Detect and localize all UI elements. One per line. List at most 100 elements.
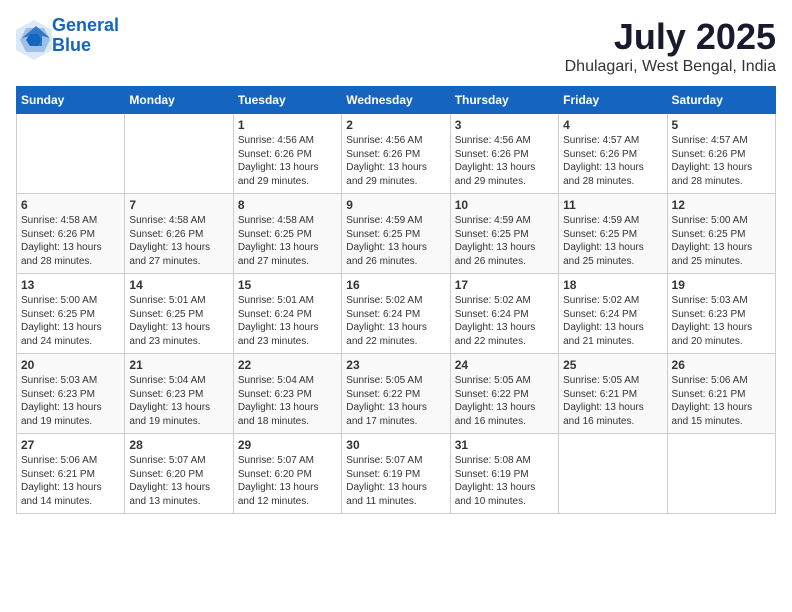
calendar-body: 1 Sunrise: 4:56 AM Sunset: 6:26 PM Dayli…: [17, 114, 776, 514]
logo-icon: [16, 20, 48, 52]
day-number: 13: [21, 278, 120, 292]
day-info: Sunrise: 5:07 AM Sunset: 6:20 PM Dayligh…: [238, 454, 337, 508]
daylight: Daylight: 13 hours and 29 minutes.: [455, 162, 536, 187]
day-info: Sunrise: 5:02 AM Sunset: 6:24 PM Dayligh…: [563, 294, 662, 348]
day-number: 30: [346, 438, 445, 452]
calendar-day-cell: 16 Sunrise: 5:02 AM Sunset: 6:24 PM Dayl…: [342, 274, 450, 354]
calendar-day-cell: 19 Sunrise: 5:03 AM Sunset: 6:23 PM Dayl…: [667, 274, 775, 354]
calendar-day-cell: 5 Sunrise: 4:57 AM Sunset: 6:26 PM Dayli…: [667, 114, 775, 194]
sunrise: Sunrise: 5:06 AM: [672, 375, 748, 386]
calendar-day-cell: 1 Sunrise: 4:56 AM Sunset: 6:26 PM Dayli…: [233, 114, 341, 194]
weekday-header-cell: Thursday: [450, 87, 558, 114]
sunrise: Sunrise: 4:56 AM: [455, 135, 531, 146]
day-number: 27: [21, 438, 120, 452]
day-number: 7: [129, 198, 228, 212]
sunset: Sunset: 6:26 PM: [129, 229, 203, 240]
daylight: Daylight: 13 hours and 28 minutes.: [21, 242, 102, 267]
day-number: 20: [21, 358, 120, 372]
day-info: Sunrise: 4:58 AM Sunset: 6:25 PM Dayligh…: [238, 214, 337, 268]
day-number: 5: [672, 118, 771, 132]
sunset: Sunset: 6:26 PM: [21, 229, 95, 240]
sunrise: Sunrise: 5:08 AM: [455, 455, 531, 466]
sunrise: Sunrise: 4:56 AM: [238, 135, 314, 146]
day-info: Sunrise: 5:01 AM Sunset: 6:25 PM Dayligh…: [129, 294, 228, 348]
sunrise: Sunrise: 5:00 AM: [672, 215, 748, 226]
day-number: 4: [563, 118, 662, 132]
sunset: Sunset: 6:25 PM: [238, 229, 312, 240]
calendar-week-row: 27 Sunrise: 5:06 AM Sunset: 6:21 PM Dayl…: [17, 434, 776, 514]
day-number: 22: [238, 358, 337, 372]
sunset: Sunset: 6:25 PM: [346, 229, 420, 240]
sunset: Sunset: 6:26 PM: [672, 149, 746, 160]
calendar-day-cell: 28 Sunrise: 5:07 AM Sunset: 6:20 PM Dayl…: [125, 434, 233, 514]
day-info: Sunrise: 5:05 AM Sunset: 6:22 PM Dayligh…: [455, 374, 554, 428]
calendar-week-row: 13 Sunrise: 5:00 AM Sunset: 6:25 PM Dayl…: [17, 274, 776, 354]
day-number: 15: [238, 278, 337, 292]
day-info: Sunrise: 4:57 AM Sunset: 6:26 PM Dayligh…: [563, 134, 662, 188]
calendar-day-cell: [125, 114, 233, 194]
sunset: Sunset: 6:19 PM: [455, 469, 529, 480]
sunrise: Sunrise: 4:59 AM: [563, 215, 639, 226]
calendar-day-cell: 10 Sunrise: 4:59 AM Sunset: 6:25 PM Dayl…: [450, 194, 558, 274]
calendar-day-cell: 24 Sunrise: 5:05 AM Sunset: 6:22 PM Dayl…: [450, 354, 558, 434]
sunrise: Sunrise: 5:07 AM: [238, 455, 314, 466]
sunset: Sunset: 6:26 PM: [238, 149, 312, 160]
logo-line1: General: [52, 15, 119, 35]
daylight: Daylight: 13 hours and 29 minutes.: [346, 162, 427, 187]
weekday-header-row: SundayMondayTuesdayWednesdayThursdayFrid…: [17, 87, 776, 114]
day-info: Sunrise: 5:07 AM Sunset: 6:19 PM Dayligh…: [346, 454, 445, 508]
day-info: Sunrise: 5:08 AM Sunset: 6:19 PM Dayligh…: [455, 454, 554, 508]
day-info: Sunrise: 4:59 AM Sunset: 6:25 PM Dayligh…: [346, 214, 445, 268]
sunrise: Sunrise: 4:57 AM: [672, 135, 748, 146]
sunset: Sunset: 6:22 PM: [455, 389, 529, 400]
sunset: Sunset: 6:25 PM: [455, 229, 529, 240]
day-info: Sunrise: 5:02 AM Sunset: 6:24 PM Dayligh…: [455, 294, 554, 348]
logo: General Blue: [16, 16, 119, 56]
weekday-header-cell: Tuesday: [233, 87, 341, 114]
sunrise: Sunrise: 4:56 AM: [346, 135, 422, 146]
calendar-day-cell: 11 Sunrise: 4:59 AM Sunset: 6:25 PM Dayl…: [559, 194, 667, 274]
daylight: Daylight: 13 hours and 16 minutes.: [455, 402, 536, 427]
location: Dhulagari, West Bengal, India: [565, 58, 776, 76]
sunset: Sunset: 6:24 PM: [238, 309, 312, 320]
daylight: Daylight: 13 hours and 18 minutes.: [238, 402, 319, 427]
calendar-day-cell: 23 Sunrise: 5:05 AM Sunset: 6:22 PM Dayl…: [342, 354, 450, 434]
sunset: Sunset: 6:20 PM: [129, 469, 203, 480]
sunset: Sunset: 6:21 PM: [563, 389, 637, 400]
day-number: 28: [129, 438, 228, 452]
day-info: Sunrise: 5:05 AM Sunset: 6:21 PM Dayligh…: [563, 374, 662, 428]
sunset: Sunset: 6:23 PM: [21, 389, 95, 400]
sunrise: Sunrise: 5:05 AM: [346, 375, 422, 386]
day-number: 6: [21, 198, 120, 212]
day-number: 8: [238, 198, 337, 212]
sunrise: Sunrise: 5:02 AM: [563, 295, 639, 306]
sunrise: Sunrise: 5:07 AM: [129, 455, 205, 466]
day-info: Sunrise: 5:03 AM Sunset: 6:23 PM Dayligh…: [21, 374, 120, 428]
daylight: Daylight: 13 hours and 19 minutes.: [21, 402, 102, 427]
day-number: 16: [346, 278, 445, 292]
daylight: Daylight: 13 hours and 22 minutes.: [455, 322, 536, 347]
day-info: Sunrise: 5:03 AM Sunset: 6:23 PM Dayligh…: [672, 294, 771, 348]
sunset: Sunset: 6:25 PM: [672, 229, 746, 240]
daylight: Daylight: 13 hours and 21 minutes.: [563, 322, 644, 347]
calendar-day-cell: 30 Sunrise: 5:07 AM Sunset: 6:19 PM Dayl…: [342, 434, 450, 514]
sunset: Sunset: 6:22 PM: [346, 389, 420, 400]
sunrise: Sunrise: 5:07 AM: [346, 455, 422, 466]
day-info: Sunrise: 4:56 AM Sunset: 6:26 PM Dayligh…: [346, 134, 445, 188]
weekday-header-cell: Friday: [559, 87, 667, 114]
sunrise: Sunrise: 5:05 AM: [563, 375, 639, 386]
calendar-week-row: 1 Sunrise: 4:56 AM Sunset: 6:26 PM Dayli…: [17, 114, 776, 194]
calendar-day-cell: 14 Sunrise: 5:01 AM Sunset: 6:25 PM Dayl…: [125, 274, 233, 354]
daylight: Daylight: 13 hours and 19 minutes.: [129, 402, 210, 427]
day-info: Sunrise: 5:05 AM Sunset: 6:22 PM Dayligh…: [346, 374, 445, 428]
sunset: Sunset: 6:24 PM: [455, 309, 529, 320]
day-info: Sunrise: 4:58 AM Sunset: 6:26 PM Dayligh…: [129, 214, 228, 268]
sunset: Sunset: 6:25 PM: [21, 309, 95, 320]
daylight: Daylight: 13 hours and 28 minutes.: [563, 162, 644, 187]
sunrise: Sunrise: 4:59 AM: [346, 215, 422, 226]
calendar-week-row: 6 Sunrise: 4:58 AM Sunset: 6:26 PM Dayli…: [17, 194, 776, 274]
day-number: 24: [455, 358, 554, 372]
day-info: Sunrise: 4:59 AM Sunset: 6:25 PM Dayligh…: [455, 214, 554, 268]
sunset: Sunset: 6:24 PM: [346, 309, 420, 320]
day-info: Sunrise: 4:56 AM Sunset: 6:26 PM Dayligh…: [455, 134, 554, 188]
